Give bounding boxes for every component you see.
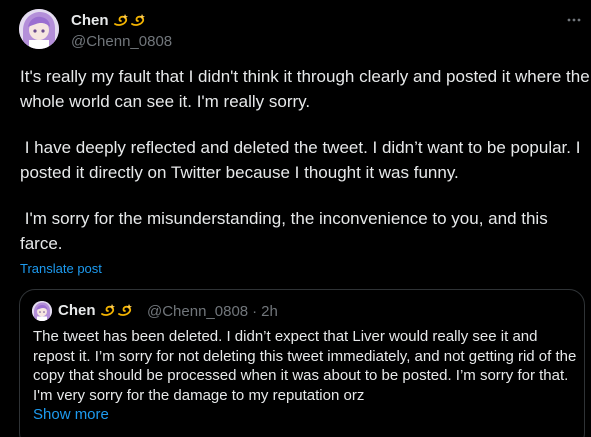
- quoted-tweet[interactable]: Chen @Chenn_0808 · 2h The tweet has been d…: [19, 289, 585, 437]
- quoted-tweet-meta: @Chenn_0808 · 2h: [147, 303, 282, 320]
- tweet-paragraph: I have deeply reflected and deleted the …: [20, 138, 586, 182]
- quoted-tweet-time: 2h: [261, 303, 278, 320]
- quoted-author-name-text: Chen: [58, 302, 96, 319]
- more-horizontal-icon[interactable]: [565, 11, 583, 29]
- quoted-author-handle: @Chenn_0808: [147, 303, 249, 320]
- dizzy-emoji: [130, 13, 145, 26]
- author-display-name[interactable]: Chen: [71, 12, 146, 29]
- author-avatar[interactable]: [19, 9, 59, 49]
- author-handle[interactable]: @Chenn_0808: [71, 33, 172, 50]
- name-emoji-group: [113, 13, 146, 29]
- tweet-text: It's really my fault that I didn't think…: [20, 64, 590, 256]
- meta-separator: ·: [252, 303, 258, 320]
- tweet-paragraph: It's really my fault that I didn't think…: [20, 67, 590, 111]
- dizzy-emoji: [100, 303, 115, 316]
- tweet-card: Chen @Chenn_0808 It's really my fault th…: [0, 0, 591, 437]
- translate-post-link[interactable]: Translate post: [20, 261, 102, 276]
- show-more-link[interactable]: Show more: [33, 406, 109, 423]
- quoted-author-avatar: [32, 301, 52, 321]
- quoted-author-display-name: Chen: [58, 302, 133, 319]
- author-name-text: Chen: [71, 12, 109, 29]
- tweet-paragraph: I'm sorry for the misunderstanding, the …: [20, 209, 553, 253]
- quoted-name-emoji-group: [100, 303, 133, 319]
- quoted-tweet-text: The tweet has been deleted. I didn’t exp…: [33, 328, 577, 404]
- dizzy-emoji: [113, 13, 128, 26]
- dizzy-emoji: [117, 303, 132, 316]
